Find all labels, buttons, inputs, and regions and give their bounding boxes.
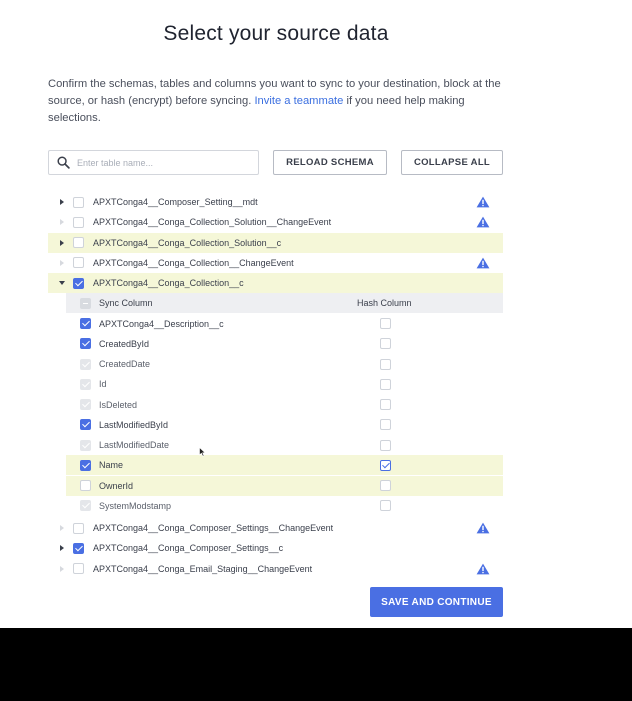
column-name: SystemModstamp bbox=[99, 500, 172, 511]
column-row[interactable]: SystemModstamp bbox=[66, 496, 503, 516]
hash-column-checkbox[interactable] bbox=[380, 399, 391, 410]
column-name: IsDeleted bbox=[99, 399, 138, 410]
caret-right-icon[interactable] bbox=[58, 565, 66, 573]
column-row[interactable]: Name bbox=[66, 455, 503, 476]
column-row[interactable]: CreatedById bbox=[66, 334, 503, 354]
column-name: OwnerId bbox=[99, 480, 134, 491]
hash-column-checkbox[interactable] bbox=[380, 338, 391, 350]
sync-column-checkbox bbox=[80, 358, 91, 370]
table-checkbox[interactable] bbox=[73, 277, 84, 289]
sync-column-checkbox bbox=[80, 439, 91, 451]
table-row[interactable]: APXTConga4__Conga_Collection_Solution__c bbox=[48, 232, 503, 253]
sync-column-checkbox[interactable] bbox=[80, 459, 91, 471]
warning-icon[interactable] bbox=[476, 216, 490, 228]
warning-icon[interactable] bbox=[476, 563, 490, 575]
collapse-all-button[interactable]: COLLAPSE ALL bbox=[401, 150, 503, 175]
hash-column-checkbox[interactable] bbox=[380, 500, 391, 512]
table-name: APXTConga4__Conga_Collection_Solution__C… bbox=[93, 217, 332, 228]
table-checkbox[interactable] bbox=[73, 522, 84, 534]
column-row[interactable]: Id bbox=[66, 374, 503, 394]
warning-icon[interactable] bbox=[476, 257, 490, 269]
column-header-row: Sync Column Hash Column bbox=[66, 293, 503, 314]
table-checkbox[interactable] bbox=[73, 257, 84, 269]
table-row[interactable]: APXTConga4__Conga_Collection__c bbox=[48, 273, 503, 293]
hash-column-header: Hash Column bbox=[357, 298, 412, 309]
select-all-columns-checkbox[interactable] bbox=[80, 297, 91, 309]
hash-column-checkbox[interactable] bbox=[380, 459, 391, 471]
save-and-continue-button[interactable]: SAVE AND CONTINUE bbox=[370, 587, 503, 617]
page-description: Confirm the schemas, tables and columns … bbox=[48, 76, 508, 127]
search-input[interactable] bbox=[77, 157, 247, 168]
caret-down-icon[interactable] bbox=[58, 279, 66, 287]
hash-column-checkbox[interactable] bbox=[380, 358, 391, 370]
column-name: Name bbox=[99, 460, 124, 471]
table-row[interactable]: APXTConga4__Conga_Collection_Solution__C… bbox=[48, 212, 503, 232]
table-row[interactable]: APXTConga4__Conga_Email_Staging__ChangeE… bbox=[48, 559, 503, 577]
table-checkbox[interactable] bbox=[73, 563, 84, 574]
table-name: APXTConga4__Conga_Composer_Settings__c bbox=[93, 543, 284, 554]
column-name: APXTConga4__Description__c bbox=[99, 318, 224, 329]
reload-schema-button[interactable]: RELOAD SCHEMA bbox=[273, 150, 387, 175]
column-row[interactable]: LastModifiedDate bbox=[66, 435, 503, 455]
table-name: APXTConga4__Conga_Email_Staging__ChangeE… bbox=[93, 563, 313, 574]
search-icon bbox=[57, 156, 70, 169]
column-name: Id bbox=[99, 379, 107, 390]
table-name: APXTConga4__Composer_Setting__mdt bbox=[93, 197, 258, 207]
table-name: APXTConga4__Conga_Collection_Solution__c bbox=[93, 237, 282, 248]
hash-column-checkbox[interactable] bbox=[380, 439, 391, 451]
sync-column-checkbox[interactable] bbox=[80, 338, 91, 350]
column-name: CreatedById bbox=[99, 338, 150, 349]
caret-right-icon[interactable] bbox=[58, 544, 66, 552]
table-list: APXTConga4__Composer_Setting__mdt APXTCon… bbox=[48, 192, 503, 576]
hash-column-checkbox[interactable] bbox=[380, 480, 391, 491]
hash-column-checkbox[interactable] bbox=[380, 419, 391, 431]
hash-column-checkbox[interactable] bbox=[380, 318, 391, 329]
sync-column-checkbox bbox=[80, 378, 91, 390]
caret-right-icon[interactable] bbox=[58, 259, 66, 267]
table-name: APXTConga4__Conga_Composer_Settings__Cha… bbox=[93, 523, 334, 533]
table-checkbox[interactable] bbox=[73, 216, 84, 228]
sync-column-checkbox bbox=[80, 399, 91, 410]
invite-teammate-link[interactable]: Invite a teammate bbox=[254, 95, 343, 107]
table-row[interactable]: APXTConga4__Conga_Composer_Settings__Cha… bbox=[48, 518, 503, 538]
sync-column-checkbox[interactable] bbox=[80, 480, 91, 491]
table-row[interactable]: APXTConga4__Conga_Composer_Settings__c bbox=[48, 538, 503, 558]
caret-right-icon[interactable] bbox=[58, 239, 66, 247]
table-checkbox[interactable] bbox=[73, 542, 84, 554]
page: Select your source data Confirm the sche… bbox=[0, 0, 632, 628]
column-row[interactable]: IsDeleted bbox=[66, 395, 503, 415]
column-row[interactable]: APXTConga4__Description__c bbox=[66, 314, 503, 334]
column-row[interactable]: LastModifiedById bbox=[66, 415, 503, 435]
hash-column-checkbox[interactable] bbox=[380, 378, 391, 390]
caret-right-icon[interactable] bbox=[58, 218, 66, 226]
column-row[interactable]: CreatedDate bbox=[66, 354, 503, 374]
table-search[interactable] bbox=[48, 150, 259, 175]
warning-icon[interactable] bbox=[476, 196, 490, 208]
column-name: CreatedDate bbox=[99, 359, 151, 369]
table-row[interactable]: APXTConga4__Conga_Collection__ChangeEven… bbox=[48, 253, 503, 273]
warning-icon[interactable] bbox=[476, 522, 490, 534]
sync-column-header: Sync Column bbox=[99, 298, 153, 309]
table-name: APXTConga4__Conga_Collection__c bbox=[93, 278, 244, 288]
table-name: APXTConga4__Conga_Collection__ChangeEven… bbox=[93, 257, 294, 268]
mouse-cursor-icon bbox=[199, 447, 206, 457]
column-name: LastModifiedDate bbox=[99, 440, 170, 450]
page-title: Select your source data bbox=[163, 22, 389, 45]
column-row[interactable]: OwnerId bbox=[66, 475, 503, 496]
caret-right-icon[interactable] bbox=[58, 524, 66, 532]
caret-right-icon[interactable] bbox=[58, 198, 66, 206]
sync-column-checkbox[interactable] bbox=[80, 419, 91, 431]
table-checkbox[interactable] bbox=[73, 196, 84, 208]
sync-column-checkbox bbox=[80, 500, 91, 512]
column-name: LastModifiedById bbox=[99, 419, 169, 430]
table-row[interactable]: APXTConga4__Composer_Setting__mdt bbox=[48, 192, 503, 212]
sync-column-checkbox[interactable] bbox=[80, 318, 91, 329]
table-checkbox[interactable] bbox=[73, 237, 84, 248]
